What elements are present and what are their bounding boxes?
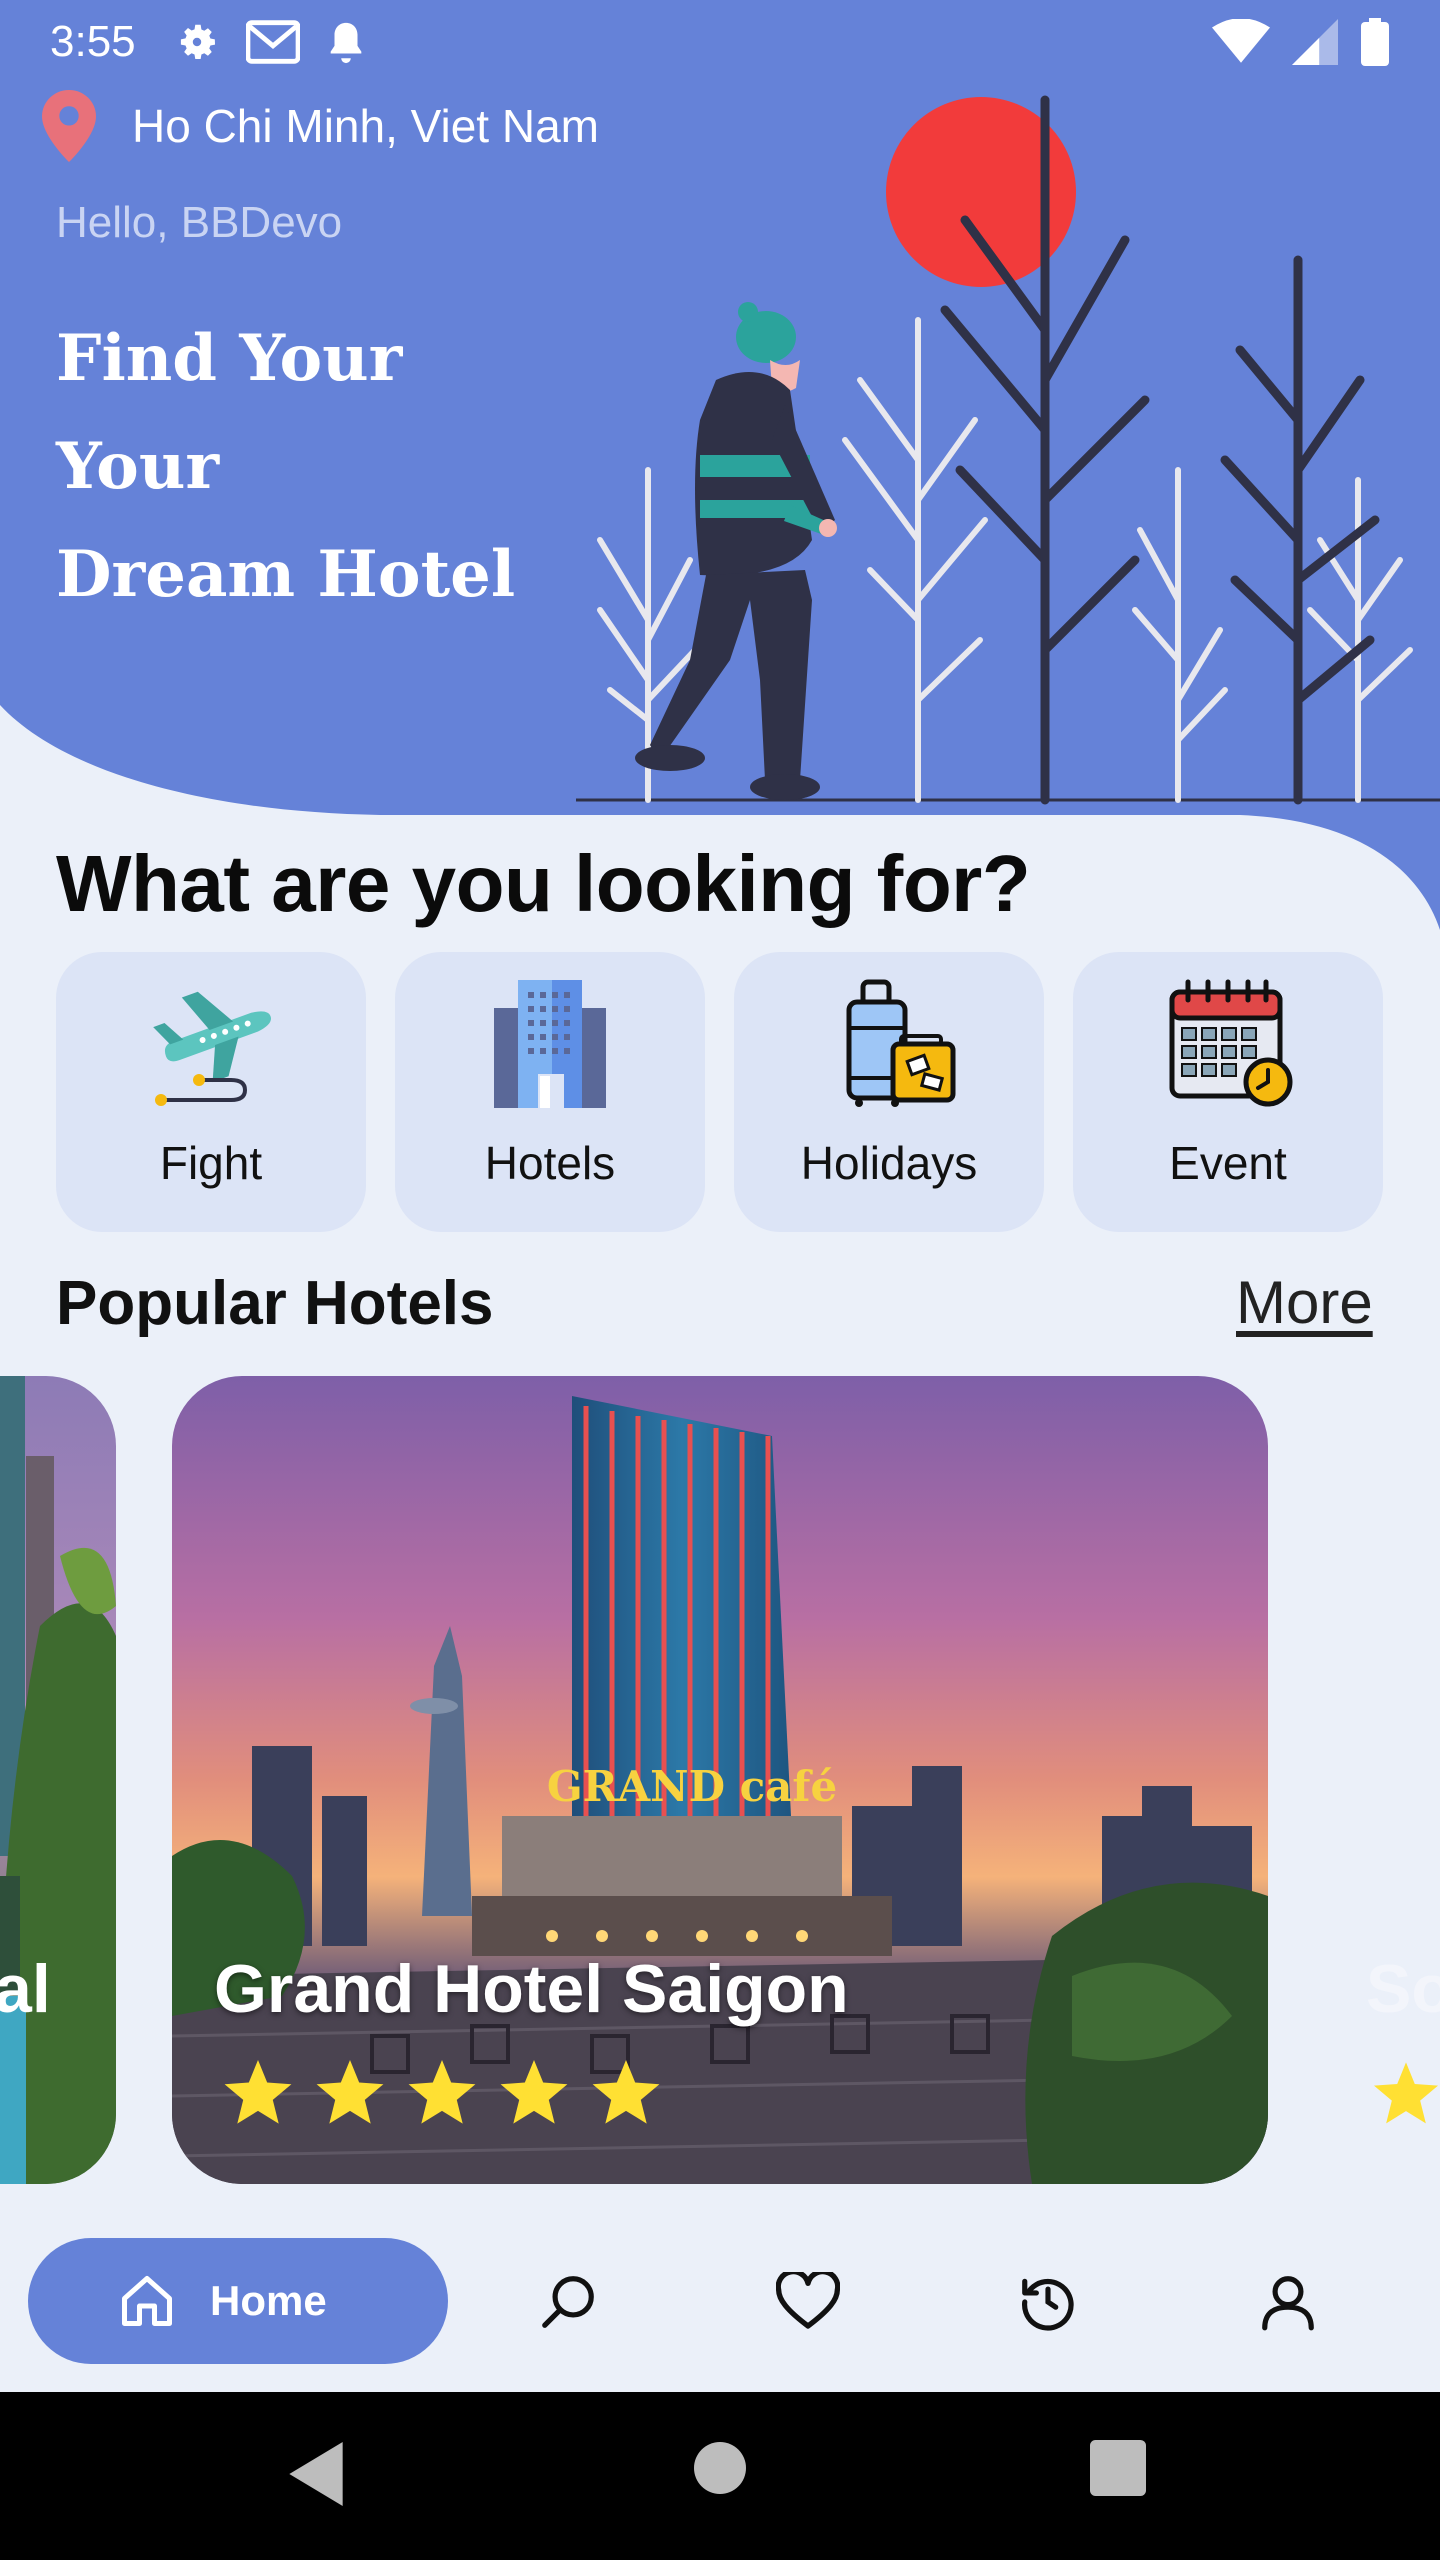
star-icon: [316, 2060, 384, 2124]
luggage-icon: [846, 979, 956, 1107]
nav-history-button[interactable]: [1008, 2262, 1088, 2342]
star-icon: [592, 2060, 660, 2124]
hotel-card[interactable]: [0, 1376, 116, 2184]
nav-search-button[interactable]: [528, 2262, 608, 2342]
hero-title-line: Your: [56, 429, 220, 504]
category-holidays[interactable]: Holidays: [734, 952, 1044, 1232]
notification-bell-icon: [330, 22, 361, 64]
back-icon[interactable]: [288, 2442, 344, 2506]
star-icon: [408, 2060, 476, 2124]
calendar-icon: [1169, 979, 1293, 1107]
hero-title-line: Find Your: [56, 321, 403, 396]
home-circle-icon[interactable]: [694, 2442, 746, 2494]
star-icon: [224, 2060, 292, 2124]
search-icon: [542, 2276, 594, 2328]
heart-icon: [776, 2272, 840, 2329]
category-hotels[interactable]: Hotels: [395, 952, 705, 1232]
signal-icon: [1292, 19, 1338, 65]
greeting-text: Hello, BBDevo: [56, 198, 343, 247]
category-label: Event: [1169, 1137, 1287, 1189]
hotel-building-icon: [494, 980, 606, 1108]
category-label: Holidays: [800, 1137, 978, 1189]
nav-home-label: Home: [210, 2277, 327, 2324]
settings-icon: [180, 24, 215, 60]
location-pin-icon: [42, 90, 96, 162]
star-icon: [1373, 2062, 1439, 2124]
status-bar: 3:55: [0, 0, 1440, 84]
hero-title: Find Your Your Dream Hotel: [56, 305, 515, 629]
hotel-name: al: [0, 1951, 51, 2027]
category-label: Hotels: [484, 1137, 616, 1189]
hotel-rating: [222, 2060, 662, 2128]
categories-title: What are you looking for?: [56, 839, 1031, 928]
location-selector[interactable]: Ho Chi Minh, Viet Nam: [42, 90, 599, 162]
more-link[interactable]: More: [1236, 1268, 1373, 1337]
hotel-photo: [0, 1376, 116, 2184]
star-icon: [500, 2060, 568, 2124]
popular-hotels-title: Popular Hotels: [56, 1269, 494, 1338]
battery-icon: [1361, 18, 1389, 66]
hotel-name: Grand Hotel Saigon: [214, 1951, 849, 2027]
gmail-icon: [245, 20, 300, 64]
svg-text:GRAND café: GRAND café: [547, 1762, 837, 1811]
hotel-name: So: [1366, 1951, 1440, 2027]
history-icon: [1022, 2278, 1074, 2331]
status-time: 3:55: [50, 17, 136, 66]
nav-favorites-button[interactable]: [768, 2262, 848, 2342]
wifi-icon: [1212, 19, 1270, 63]
category-event[interactable]: Event: [1073, 952, 1383, 1232]
home-icon: [122, 2276, 172, 2326]
profile-icon: [1262, 2276, 1314, 2331]
hero-title-line: Dream Hotel: [56, 537, 516, 612]
system-navigation-bar: [0, 2392, 1440, 2560]
location-label: Ho Chi Minh, Viet Nam: [132, 100, 599, 152]
airplane-icon: [153, 991, 271, 1106]
category-label: Fight: [159, 1137, 263, 1189]
nav-home-button[interactable]: Home: [28, 2238, 448, 2364]
recents-icon[interactable]: [1090, 2440, 1146, 2496]
category-flight[interactable]: Fight: [56, 952, 366, 1232]
nav-profile-button[interactable]: [1248, 2262, 1328, 2342]
